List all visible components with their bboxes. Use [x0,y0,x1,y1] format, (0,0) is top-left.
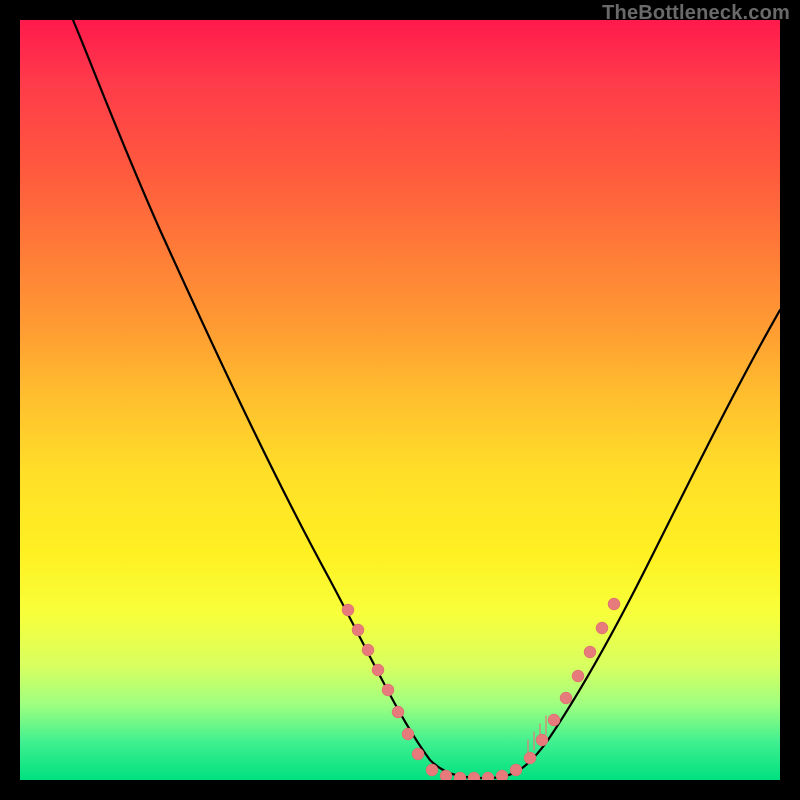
marker-cluster-right [524,598,620,764]
marker-cluster-floor [426,764,522,780]
curve-layer [20,20,780,780]
chart-frame: TheBottleneck.com [0,0,800,800]
plot-area [20,20,780,780]
bottleneck-curve [73,20,780,778]
